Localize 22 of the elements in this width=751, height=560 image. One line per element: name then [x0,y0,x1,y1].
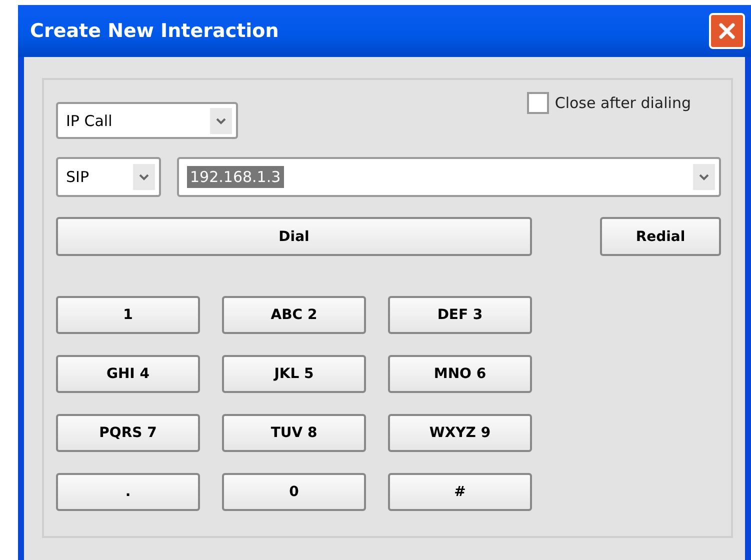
close-button[interactable] [709,13,745,49]
address-field[interactable]: 192.168.1.3 [177,157,721,197]
keypad-button[interactable]: JKL 5 [222,355,366,393]
keypad-button[interactable]: TUV 8 [222,414,366,452]
dial-button[interactable]: Dial [56,217,532,256]
keypad-button[interactable]: DEF 3 [388,296,532,334]
window-title: Create New Interaction [30,20,279,42]
keypad-button[interactable]: . [56,473,200,511]
close-icon [717,21,737,41]
interaction-type-dropdown[interactable]: IP Call [56,102,238,139]
checkbox[interactable] [526,92,549,114]
keypad-button[interactable]: MNO 6 [388,355,532,393]
keypad-button[interactable]: # [388,473,532,511]
keypad-button[interactable]: 0 [222,473,366,511]
keypad-button[interactable]: 1 [56,296,200,334]
protocol-dropdown[interactable]: SIP [56,157,161,197]
checkbox-label: Close after dialing [554,94,691,112]
keypad-button[interactable]: ABC 2 [222,296,366,334]
keypad-button[interactable]: PQRS 7 [56,414,200,452]
keypad-button[interactable]: WXYZ 9 [388,414,532,452]
keypad-button[interactable]: GHI 4 [56,355,200,393]
redial-button[interactable]: Redial [600,217,721,256]
